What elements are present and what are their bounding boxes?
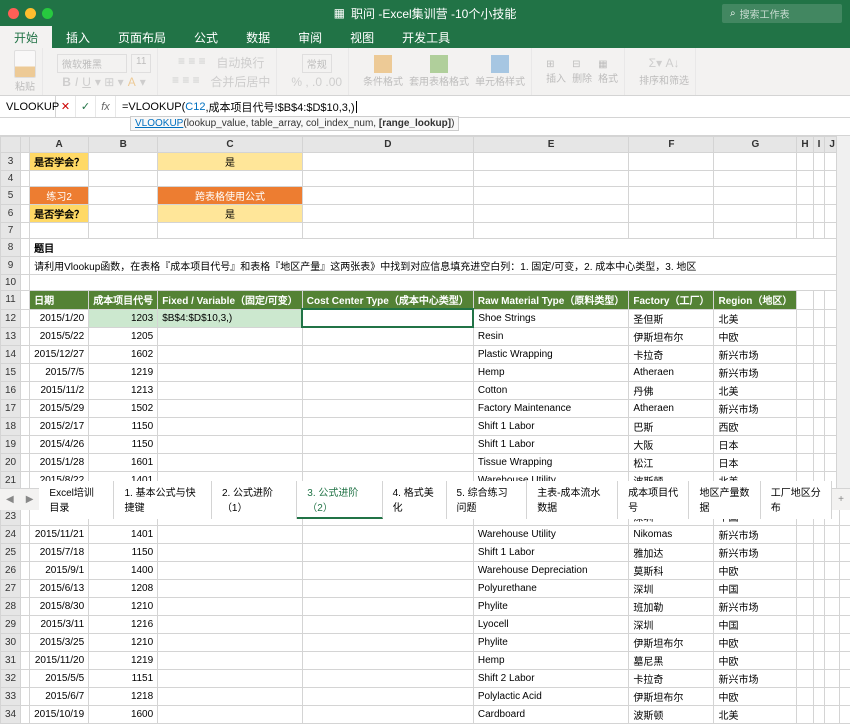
table-row[interactable]: 272015/6/131208Polyurethane深圳中国: [1, 579, 850, 597]
add-sheet-button[interactable]: +: [832, 494, 850, 505]
col-header[interactable]: D: [302, 137, 473, 153]
menu-页面布局[interactable]: 页面布局: [104, 26, 180, 48]
excel-icon: ▦: [334, 6, 345, 20]
col-header[interactable]: C: [158, 137, 303, 153]
sheet-tab[interactable]: Excel培训目录: [39, 481, 114, 519]
titlebar: ▦ 职问 -Excel集训营 -10个小技能 ⌕ 搜索工作表: [0, 0, 850, 26]
align-group: ≡ ≡ ≡ 自动换行 ≡ ≡ ≡ 合并后居中: [166, 48, 277, 95]
row-header[interactable]: 6: [1, 205, 21, 223]
table-header[interactable]: Raw Material Type（原料类型）: [473, 291, 629, 310]
table-header[interactable]: 日期: [30, 291, 89, 310]
col-header[interactable]: B: [89, 137, 158, 153]
table-row[interactable]: 172015/5/291502Factory MaintenanceAthera…: [1, 399, 850, 417]
table-row[interactable]: 292015/3/111216Lyocell深圳中国: [1, 615, 850, 633]
row-header[interactable]: 5: [1, 187, 21, 205]
tab-prev-button[interactable]: ◀: [0, 494, 20, 505]
table-row[interactable]: 152015/7/51219HempAtheraen新兴市场: [1, 363, 850, 381]
accept-formula-button[interactable]: ✓: [76, 96, 96, 117]
styles-group: 条件格式 套用表格格式 单元格样式: [357, 48, 532, 95]
name-box[interactable]: VLOOKUP: [0, 96, 56, 117]
cell-style-button[interactable]: 单元格样式: [475, 55, 525, 88]
table-header[interactable]: Fixed / Variable（固定/可变）: [158, 291, 303, 310]
insert-button[interactable]: ⊞插入: [546, 59, 566, 85]
table-row[interactable]: 332015/6/71218Polylactic Acid伊斯坦布尔中欧: [1, 687, 850, 705]
col-header[interactable]: E: [473, 137, 629, 153]
font-group: 微软雅黑11 B I U ▾ ⊞ ▾ A▾: [51, 48, 158, 95]
sheet-tab[interactable]: 成本项目代号: [618, 481, 689, 519]
search-icon: ⌕: [730, 8, 736, 19]
formula-bar: VLOOKUP ✕ ✓ fx =VLOOKUP(C12,成本项目代号!$B$4:…: [0, 96, 850, 118]
document-title: ▦ 职问 -Excel集训营 -10个小技能: [334, 5, 517, 22]
col-header[interactable]: H: [797, 137, 813, 153]
table-row[interactable]: 342015/10/191600Cardboard波斯顿北美: [1, 705, 850, 723]
editing-group: Σ▾ A↓ 排序和筛选: [633, 48, 696, 95]
table-row[interactable]: 202015/1/281601Tissue Wrapping松江日本: [1, 453, 850, 471]
tab-next-button[interactable]: ▶: [20, 494, 40, 505]
menu-插入[interactable]: 插入: [52, 26, 104, 48]
cond-format-button[interactable]: 条件格式: [363, 55, 403, 88]
table-header[interactable]: Factory（工厂）: [629, 291, 714, 310]
number-group: 常规 % , .0 .00: [285, 48, 349, 95]
menu-公式[interactable]: 公式: [180, 26, 232, 48]
close-icon[interactable]: [8, 8, 19, 19]
col-header[interactable]: F: [629, 137, 714, 153]
search-input[interactable]: ⌕ 搜索工作表: [722, 4, 842, 23]
table-row[interactable]: 312015/11/201219Hemp墓尼黑中欧: [1, 651, 850, 669]
sheet-tab[interactable]: 工厂地区分布: [761, 481, 832, 519]
table-header[interactable]: Cost Center Type（成本中心类型）: [302, 291, 473, 310]
menubar: 开始插入页面布局公式数据审阅视图开发工具: [0, 26, 850, 48]
table-row[interactable]: 262015/9/11400Warehouse Depreciation莫斯科中…: [1, 561, 850, 579]
table-row[interactable]: 322015/5/51151Shift 2 Labor卡拉奇新兴市场: [1, 669, 850, 687]
table-row[interactable]: 162015/11/21213Cotton丹佛北美: [1, 381, 850, 399]
row-header[interactable]: 7: [1, 223, 21, 239]
table-row[interactable]: 282015/8/301210Phylite班加勒新兴市场: [1, 597, 850, 615]
sheet-tab[interactable]: 主表-成本流水数据: [527, 481, 618, 519]
sheet-tabs-bar: ◀ ▶ Excel培训目录1. 基本公式与快捷键2. 公式进阶（1）3. 公式进…: [0, 488, 850, 510]
col-header[interactable]: G: [714, 137, 797, 153]
window-controls: [0, 8, 53, 19]
fx-button[interactable]: fx: [96, 96, 116, 117]
table-row[interactable]: 252015/7/181150Shift 1 Labor雅加达新兴市场: [1, 543, 850, 561]
table-header[interactable]: Region（地区）: [714, 291, 797, 310]
menu-开发工具[interactable]: 开发工具: [388, 26, 464, 48]
maximize-icon[interactable]: [42, 8, 53, 19]
vertical-scrollbar[interactable]: [836, 136, 850, 488]
sheet-tab[interactable]: 地区产量数据: [689, 481, 760, 519]
menu-审阅[interactable]: 审阅: [284, 26, 336, 48]
ribbon: 粘贴 微软雅黑11 B I U ▾ ⊞ ▾ A▾ ≡ ≡ ≡ 自动换行 ≡ ≡ …: [0, 48, 850, 96]
sheet-tab[interactable]: 4. 格式美化: [383, 481, 447, 519]
table-header[interactable]: 成本项目代号: [89, 291, 158, 310]
menu-开始[interactable]: 开始: [0, 26, 52, 48]
cells-group: ⊞插入 ⊟删除 ▦格式: [540, 48, 625, 95]
row-header[interactable]: 4: [1, 171, 21, 187]
menu-视图[interactable]: 视图: [336, 26, 388, 48]
table-format-button[interactable]: 套用表格格式: [409, 55, 469, 88]
formula-tooltip: VLOOKUP(lookup_value, table_array, col_i…: [0, 118, 850, 136]
table-row[interactable]: 242015/11/211401Warehouse UtilityNikomas…: [1, 525, 850, 543]
col-header[interactable]: A: [30, 137, 89, 153]
table-row[interactable]: 122015/1/201203$B$4:$D$10,3,)Shoe String…: [1, 309, 850, 327]
cancel-formula-button[interactable]: ✕: [56, 96, 76, 117]
paste-icon[interactable]: [14, 50, 36, 78]
col-header[interactable]: I: [813, 137, 825, 153]
sheet-tab[interactable]: 5. 综合练习问题: [447, 481, 528, 519]
table-row[interactable]: 192015/4/261150Shift 1 Labor大阪日本: [1, 435, 850, 453]
table-row[interactable]: 302015/3/251210Phylite伊斯坦布尔中欧: [1, 633, 850, 651]
sheet-tab[interactable]: 2. 公式进阶（1）: [212, 481, 297, 519]
minimize-icon[interactable]: [25, 8, 36, 19]
sheet-tab[interactable]: 3. 公式进阶（2）: [297, 481, 382, 519]
row-header[interactable]: 3: [1, 153, 21, 171]
paste-group: 粘贴: [8, 48, 43, 95]
menu-数据[interactable]: 数据: [232, 26, 284, 48]
worksheet[interactable]: ABCDEFGHIJKLM3是否学会？是45练习2跨表格使用公式6是否学会？是7…: [0, 136, 850, 724]
table-row[interactable]: 182015/2/171150Shift 1 Labor巴斯西欧: [1, 417, 850, 435]
table-row[interactable]: 132015/5/221205Resin伊斯坦布尔中欧: [1, 327, 850, 345]
delete-button[interactable]: ⊟删除: [572, 59, 592, 85]
table-row[interactable]: 142015/12/271602Plastic Wrapping卡拉奇新兴市场: [1, 345, 850, 363]
formula-input[interactable]: =VLOOKUP(C12,成本项目代号!$B$4:$D$10,3,): [116, 96, 850, 117]
sheet-tab[interactable]: 1. 基本公式与快捷键: [114, 481, 211, 519]
format-button[interactable]: ▦格式: [598, 59, 618, 85]
